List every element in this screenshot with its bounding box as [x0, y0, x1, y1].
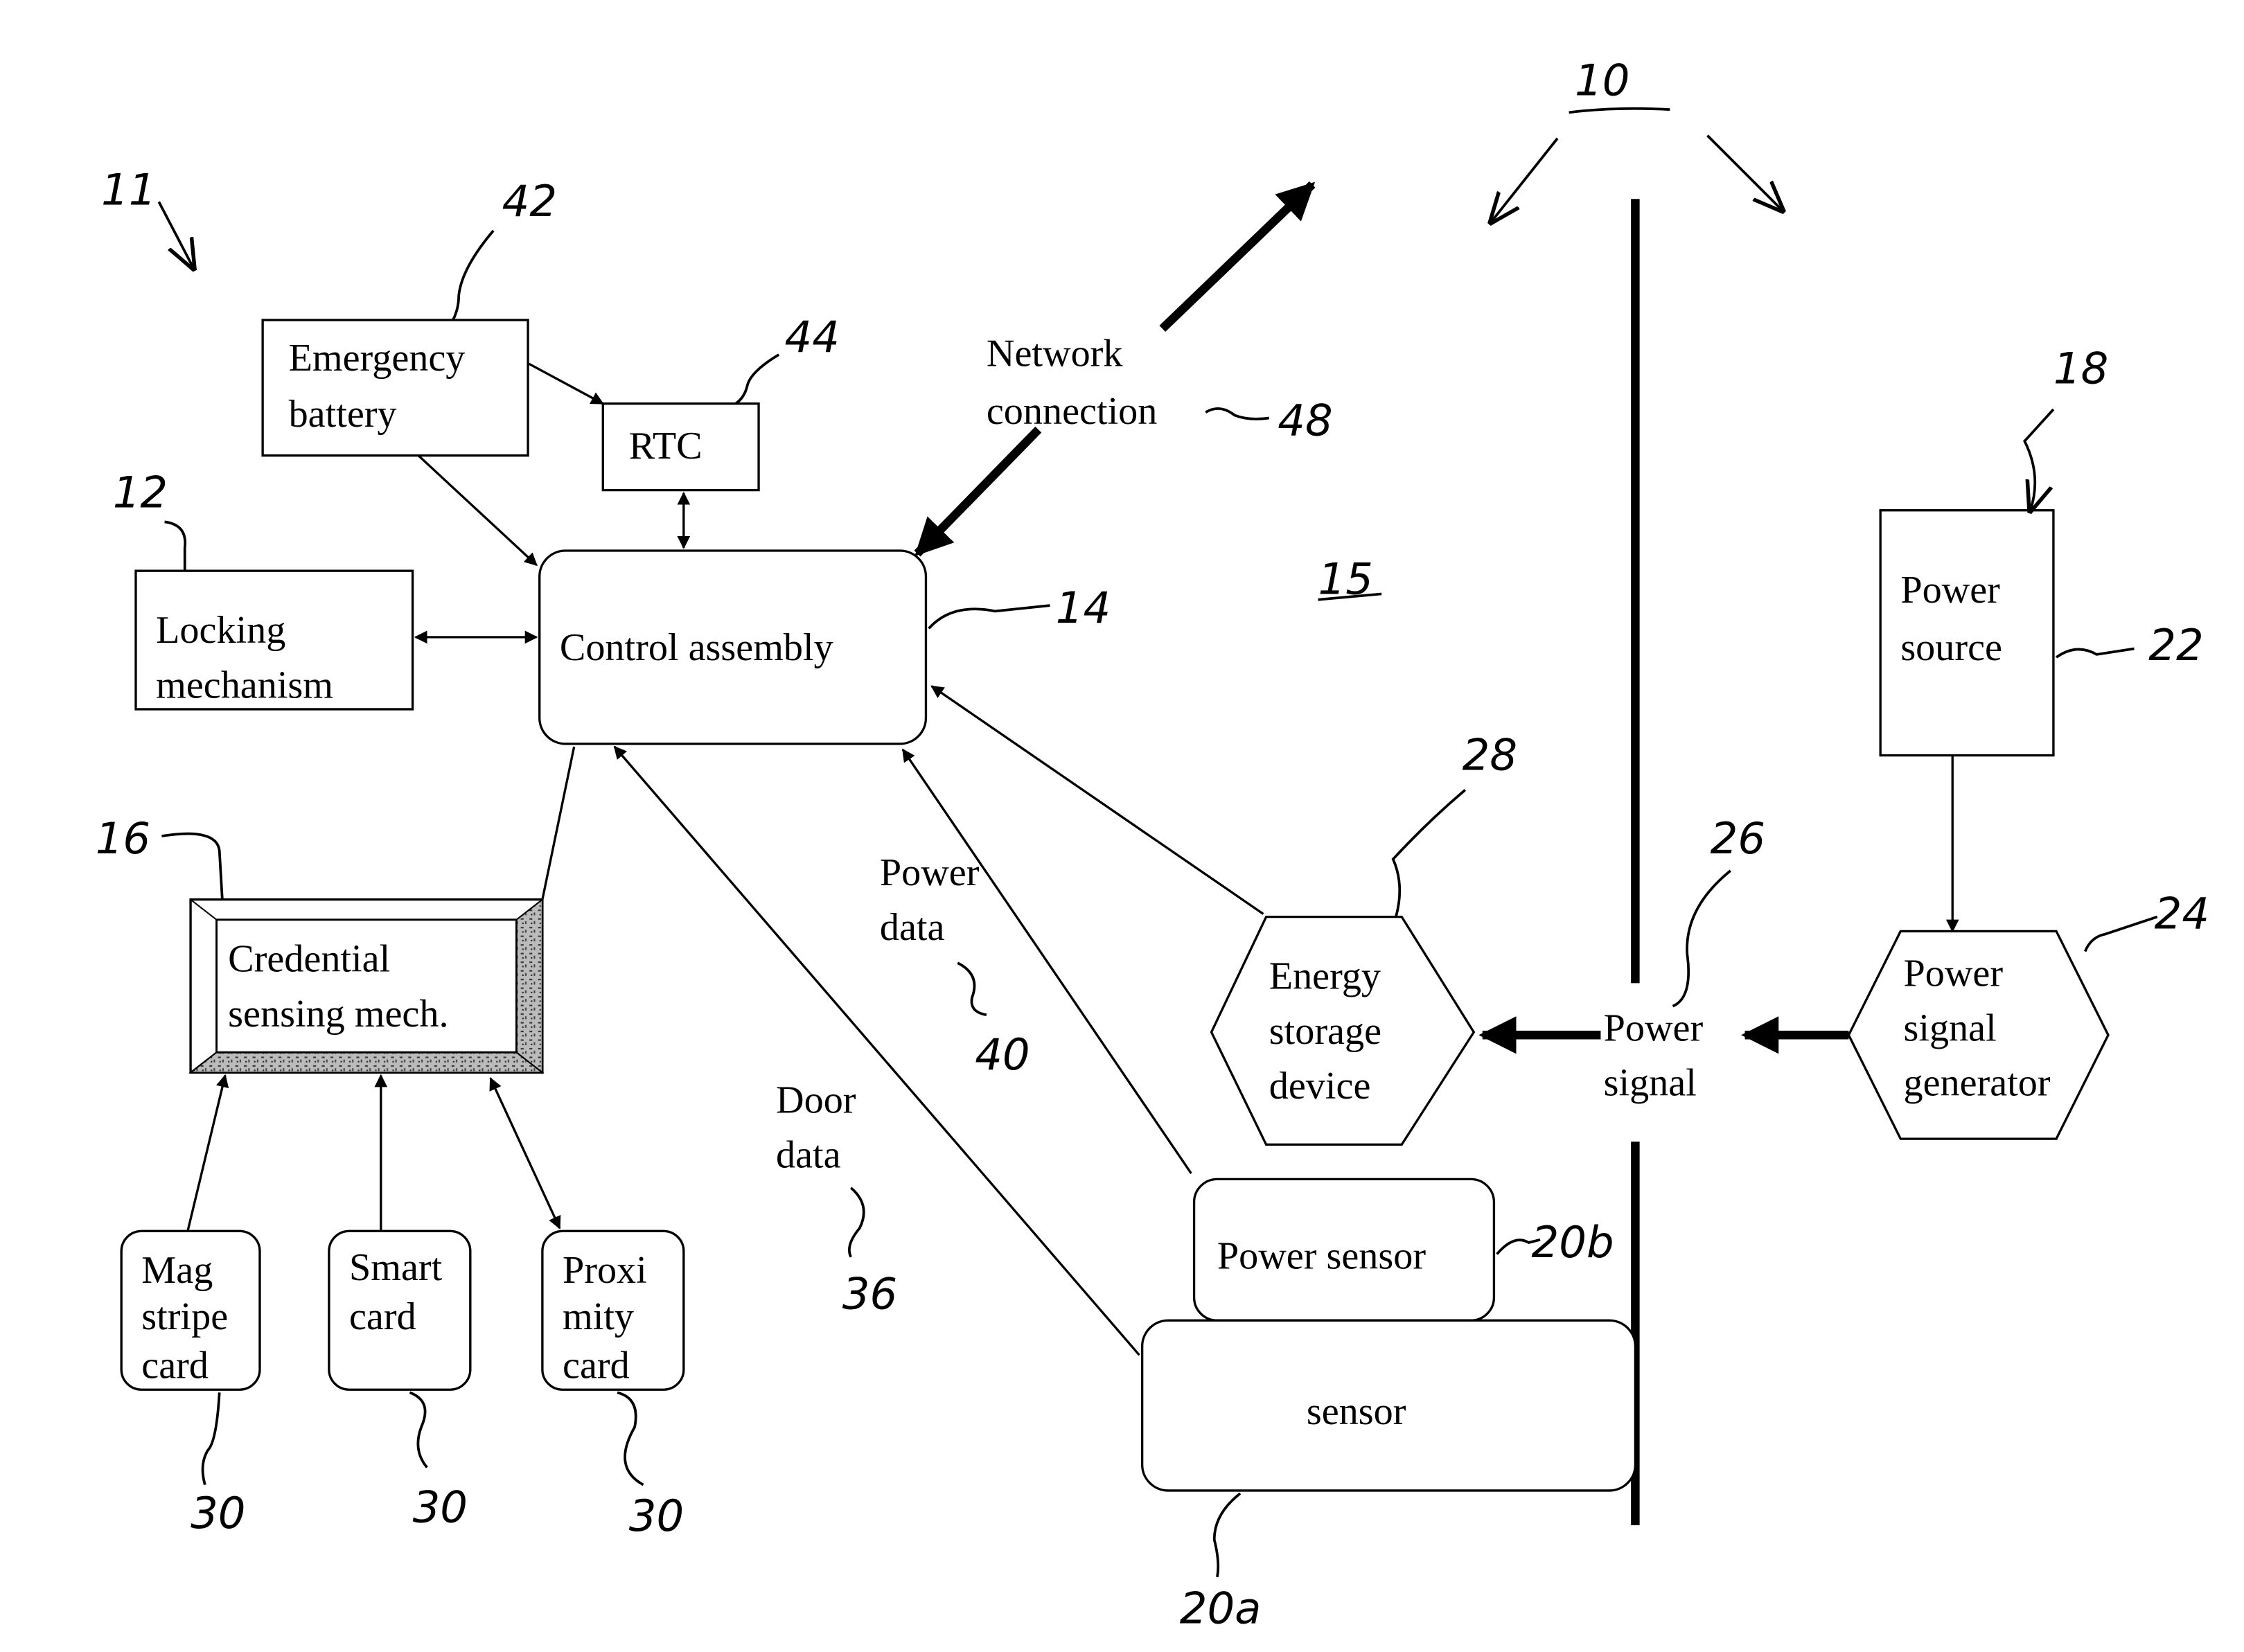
energy-storage-ref: 28: [1463, 729, 1517, 780]
power-data-leader: [957, 961, 987, 1016]
svg-text:card: card: [563, 1344, 630, 1387]
power-source-group-ref: 18: [2053, 344, 2108, 394]
svg-text:storage: storage: [1269, 1010, 1381, 1053]
door-data-ref: 36: [842, 1269, 897, 1320]
svg-text:Locking: Locking: [156, 609, 285, 652]
power-signal-label-2: signal: [1604, 1062, 1697, 1105]
svg-text:generator: generator: [1903, 1062, 2050, 1105]
proximity-credential-arrow: [489, 1077, 561, 1229]
power-data-label-2: data: [880, 906, 945, 949]
power-sensor-ref: 20b: [1532, 1217, 1614, 1268]
battery-to-rtc-arrow: [527, 362, 604, 405]
sensor-ref: 20a: [1180, 1583, 1262, 1633]
rtc-ref: 44: [785, 312, 840, 362]
emergency-battery-leader: [452, 229, 495, 321]
network-arrow-in: [914, 426, 1042, 557]
svg-text:RTC: RTC: [629, 425, 703, 468]
svg-text:Emergency: Emergency: [289, 337, 466, 380]
assembly-ref-arrow-icon: [157, 201, 193, 268]
svg-text:signal: signal: [1903, 1007, 1996, 1050]
power-data-ref: 40: [975, 1029, 1030, 1080]
svg-text:Power: Power: [1900, 569, 2000, 612]
smart-leader: [409, 1391, 428, 1468]
locking-mechanism-ref: 12: [113, 468, 168, 518]
smart-card-block[interactable]: Smart card: [328, 1229, 472, 1391]
assembly-ref-label: 11: [101, 165, 156, 215]
system-ref-underline: [1569, 107, 1670, 114]
emergency-battery-block[interactable]: Emergency battery: [261, 319, 529, 457]
energy-storage-device-block[interactable]: Energy storage device: [1210, 915, 1476, 1146]
svg-text:Mag: Mag: [141, 1249, 213, 1292]
system-ref-label: 10: [1575, 55, 1629, 105]
svg-text:Smart: Smart: [349, 1246, 443, 1289]
power-source-block[interactable]: Power source: [1879, 509, 2055, 757]
svg-text:sensor: sensor: [1307, 1390, 1406, 1433]
network-connection-label-2: connection: [987, 390, 1158, 433]
proximity-card-block[interactable]: Proxi mity card: [541, 1229, 685, 1391]
power-sensor-block[interactable]: Power sensor: [1192, 1178, 1496, 1322]
control-assembly-block[interactable]: Control assembly: [538, 549, 928, 745]
svg-text:source: source: [1900, 626, 2002, 669]
control-assembly-leader: [928, 604, 1050, 630]
mag-ref: 30: [191, 1488, 245, 1538]
power-source-ref: 22: [2148, 620, 2203, 670]
door-data-label-2: data: [776, 1134, 841, 1177]
svg-text:mechanism: mechanism: [156, 664, 333, 707]
rtc-block[interactable]: RTC: [601, 402, 760, 492]
proximity-ref: 30: [629, 1491, 684, 1541]
network-arrow-out: [1159, 181, 1316, 332]
network-ref: 48: [1278, 396, 1332, 446]
svg-text:Proxi: Proxi: [563, 1249, 647, 1292]
storage-to-control-arrow: [930, 685, 1264, 915]
credential-sensing-leader: [161, 832, 224, 900]
sensor-leader: [1212, 1492, 1242, 1578]
credential-sensing-ref: 16: [96, 813, 150, 864]
power-source-leader: [2055, 647, 2135, 659]
energy-storage-leader: [1391, 789, 1467, 918]
power-data-arrow: [901, 748, 1192, 1174]
power-signal-generator-block[interactable]: Power signal generator: [1847, 930, 2110, 1140]
power-data-label-1: Power: [880, 851, 980, 894]
svg-text:Power: Power: [1903, 952, 2003, 995]
battery-to-control-arrow: [417, 454, 538, 567]
rtc-leader: [734, 353, 780, 405]
svg-text:Control assembly: Control assembly: [560, 626, 833, 669]
generator-leader: [2083, 915, 2158, 952]
door-data-leader: [848, 1187, 865, 1258]
svg-text:device: device: [1269, 1065, 1371, 1108]
control-assembly-ref: 14: [1056, 583, 1111, 633]
door-data-label-1: Door: [776, 1079, 856, 1122]
power-signal-leader: [1672, 869, 1731, 1008]
svg-text:Power sensor: Power sensor: [1217, 1234, 1426, 1277]
generator-ref: 24: [2155, 888, 2209, 939]
door-data-arrow: [613, 745, 1140, 1356]
svg-text:sensing mech.: sensing mech.: [228, 993, 448, 1036]
system-ref-arrow-right-icon: [1706, 134, 1782, 211]
control-to-credential-line: [541, 746, 576, 900]
svg-text:card: card: [141, 1344, 209, 1387]
emergency-battery-ref: 42: [502, 176, 557, 227]
svg-text:battery: battery: [289, 393, 397, 436]
mag-leader: [201, 1392, 221, 1486]
power-source-group-arrow: [2023, 408, 2055, 510]
credential-sensing-block[interactable]: Credential sensing mech.: [188, 898, 545, 1074]
svg-text:Energy: Energy: [1269, 955, 1381, 998]
svg-text:mity: mity: [563, 1295, 634, 1338]
locking-mechanism-leader: [164, 520, 187, 571]
network-leader: [1205, 407, 1270, 420]
system-ref-arrow-left-icon: [1491, 137, 1559, 222]
mag-stripe-card-block[interactable]: Mag stripe card: [120, 1229, 261, 1391]
proximity-leader: [617, 1391, 644, 1486]
smart-ref: 30: [413, 1482, 468, 1533]
svg-text:card: card: [349, 1295, 416, 1338]
power-signal-ref: 26: [1711, 813, 1765, 864]
svg-text:Credential: Credential: [228, 938, 390, 981]
network-connection-label-1: Network: [987, 332, 1124, 375]
power-signal-label-1: Power: [1604, 1007, 1704, 1050]
sensor-block[interactable]: sensor: [1140, 1319, 1637, 1492]
patent-diagram: 10 11 15 Emergency battery 42 RTC 44 Loc…: [96, 55, 2209, 1633]
mag-to-credential-arrow: [186, 1074, 229, 1232]
locking-mechanism-block[interactable]: Locking mechanism: [134, 569, 414, 711]
svg-text:stripe: stripe: [141, 1295, 228, 1338]
